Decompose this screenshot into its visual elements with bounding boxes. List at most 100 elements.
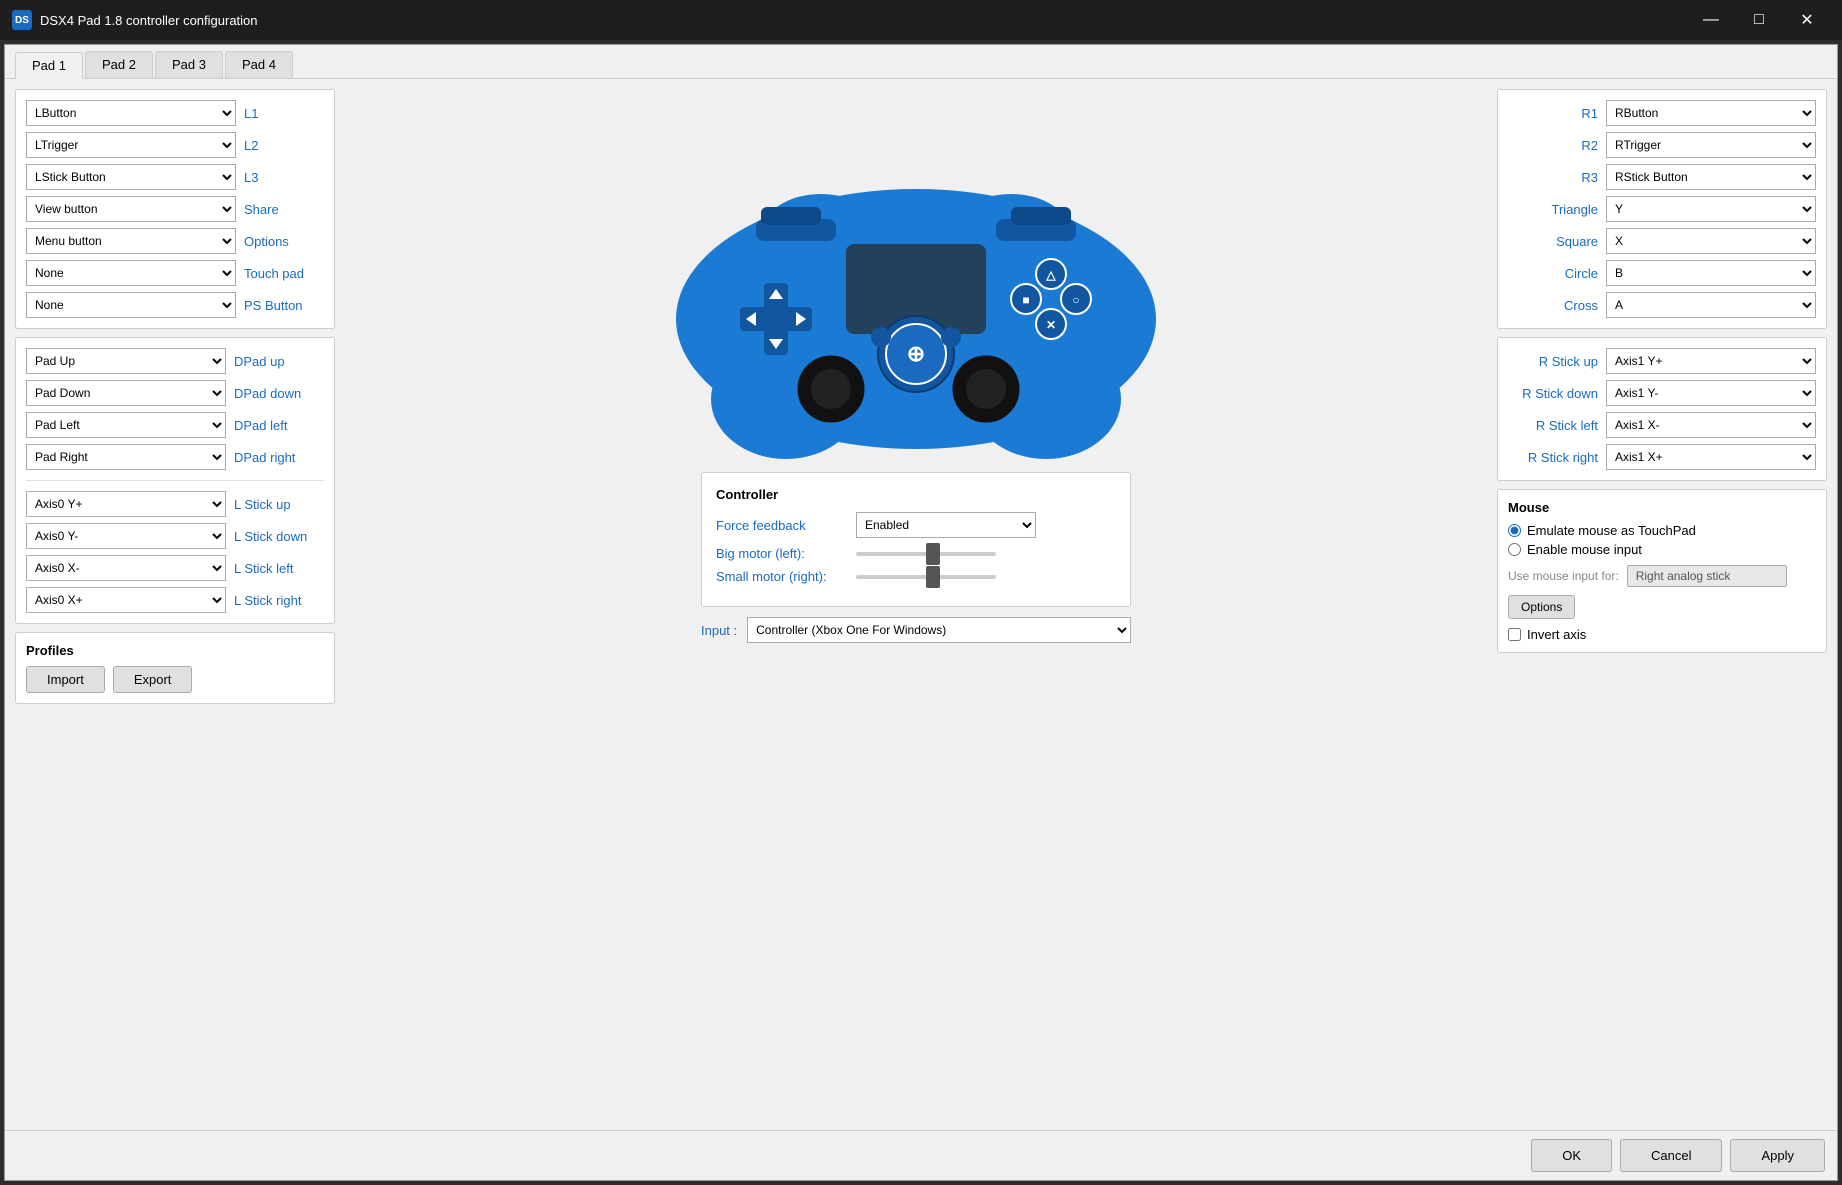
minimize-button[interactable]: — xyxy=(1688,0,1734,40)
l2-label: L2 xyxy=(244,138,324,153)
rstick-up-select[interactable]: Axis1 Y+ xyxy=(1606,348,1816,374)
touchpad-select[interactable]: None xyxy=(26,260,236,286)
mouse-input-value: Right analog stick xyxy=(1627,565,1787,587)
dpad-right-select[interactable]: Pad Right xyxy=(26,444,226,470)
force-feedback-select[interactable]: Enabled Disabled xyxy=(856,512,1036,538)
profiles-title: Profiles xyxy=(26,643,324,658)
lstick-right-label: L Stick right xyxy=(234,593,324,608)
tab-pad3[interactable]: Pad 3 xyxy=(155,51,223,78)
touchpad-label: Touch pad xyxy=(244,266,324,281)
l2-combo: LTrigger NoneLButton xyxy=(26,132,236,158)
big-motor-label: Big motor (left): xyxy=(716,546,846,561)
r3-label: R3 xyxy=(1508,170,1598,185)
square-row: Square X xyxy=(1508,228,1816,254)
svg-text:⊕: ⊕ xyxy=(907,341,925,366)
share-select[interactable]: View button None xyxy=(26,196,236,222)
cross-select[interactable]: A xyxy=(1606,292,1816,318)
r1-select[interactable]: RButton xyxy=(1606,100,1816,126)
lstick-down-select[interactable]: Axis0 Y- xyxy=(26,523,226,549)
dpad-down-select[interactable]: Pad Down xyxy=(26,380,226,406)
import-button[interactable]: Import xyxy=(26,666,105,693)
r3-select[interactable]: RStick Button xyxy=(1606,164,1816,190)
window-title: DSX4 Pad 1.8 controller configuration xyxy=(40,13,1688,28)
svg-text:■: ■ xyxy=(1022,293,1029,307)
tabs-bar: Pad 1 Pad 2 Pad 3 Pad 4 xyxy=(5,45,1837,79)
options-select[interactable]: Menu button None xyxy=(26,228,236,254)
mapping-row-lstick-up: Axis0 Y+ L Stick up xyxy=(26,491,324,517)
dpad-left-select[interactable]: Pad Left xyxy=(26,412,226,438)
mouse-options-button[interactable]: Options xyxy=(1508,595,1575,619)
psbutton-select[interactable]: None xyxy=(26,292,236,318)
cross-label: Cross xyxy=(1508,298,1598,313)
rstick-down-row: R Stick down Axis1 Y- xyxy=(1508,380,1816,406)
psbutton-label: PS Button xyxy=(244,298,324,313)
mouse-radio-2-row: Enable mouse input xyxy=(1508,542,1816,557)
lstick-right-select[interactable]: Axis0 X+ xyxy=(26,587,226,613)
input-select[interactable]: Controller (Xbox One For Windows) xyxy=(747,617,1131,643)
rstick-down-label: R Stick down xyxy=(1508,386,1598,401)
small-motor-label: Small motor (right): xyxy=(716,569,846,584)
maximize-button[interactable]: □ xyxy=(1736,0,1782,40)
main-window: Pad 1 Pad 2 Pad 3 Pad 4 LButton NoneLTri… xyxy=(4,44,1838,1181)
r1-row: R1 RButton xyxy=(1508,100,1816,126)
invert-axis-checkbox[interactable] xyxy=(1508,628,1521,641)
apply-button[interactable]: Apply xyxy=(1730,1139,1825,1172)
invert-axis-row: Invert axis xyxy=(1508,627,1816,642)
l3-combo: LStick Button None xyxy=(26,164,236,190)
mapping-row-l1: LButton NoneLTrigger L1 xyxy=(26,100,324,126)
rstick-left-row: R Stick left Axis1 X- xyxy=(1508,412,1816,438)
r2-label: R2 xyxy=(1508,138,1598,153)
lstick-left-select[interactable]: Axis0 X- xyxy=(26,555,226,581)
r2-select[interactable]: RTrigger xyxy=(1606,132,1816,158)
mouse-input-row: Use mouse input for: Right analog stick xyxy=(1508,565,1816,587)
center-panel: ■ △ ○ ✕ ⊕ xyxy=(347,89,1485,1120)
mapping-row-l3: LStick Button None L3 xyxy=(26,164,324,190)
ok-button[interactable]: OK xyxy=(1531,1139,1612,1172)
cancel-button[interactable]: Cancel xyxy=(1620,1139,1722,1172)
close-button[interactable]: ✕ xyxy=(1784,0,1830,40)
export-button[interactable]: Export xyxy=(113,666,193,693)
triangle-select[interactable]: Y xyxy=(1606,196,1816,222)
rstick-mappings-section: R Stick up Axis1 Y+ R Stick down Axis1 Y… xyxy=(1497,337,1827,481)
emulate-touchpad-label: Emulate mouse as TouchPad xyxy=(1527,523,1696,538)
lstick-left-label: L Stick left xyxy=(234,561,324,576)
rstick-down-select[interactable]: Axis1 Y- xyxy=(1606,380,1816,406)
mapping-row-share: View button None Share xyxy=(26,196,324,222)
svg-text:○: ○ xyxy=(1072,293,1079,307)
tab-pad1[interactable]: Pad 1 xyxy=(15,52,83,79)
big-motor-slider[interactable] xyxy=(856,552,996,556)
mapping-row-lstick-right: Axis0 X+ L Stick right xyxy=(26,587,324,613)
options-label: Options xyxy=(244,234,324,249)
lstick-up-select[interactable]: Axis0 Y+ xyxy=(26,491,226,517)
rstick-up-row: R Stick up Axis1 Y+ xyxy=(1508,348,1816,374)
l1-select[interactable]: LButton NoneLTrigger xyxy=(26,100,236,126)
rstick-right-select[interactable]: Axis1 X+ xyxy=(1606,444,1816,470)
r3-row: R3 RStick Button xyxy=(1508,164,1816,190)
square-select[interactable]: X xyxy=(1606,228,1816,254)
tab-pad2[interactable]: Pad 2 xyxy=(85,51,153,78)
circle-select[interactable]: B xyxy=(1606,260,1816,286)
tab-pad4[interactable]: Pad 4 xyxy=(225,51,293,78)
l2-select[interactable]: LTrigger NoneLButton xyxy=(26,132,236,158)
right-mappings-section: R1 RButton R2 RTrigger R3 RStick Button … xyxy=(1497,89,1827,329)
title-bar: DS DSX4 Pad 1.8 controller configuration… xyxy=(0,0,1842,40)
rstick-left-select[interactable]: Axis1 X- xyxy=(1606,412,1816,438)
dpad-up-select[interactable]: Pad Up xyxy=(26,348,226,374)
square-label: Square xyxy=(1508,234,1598,249)
l1-label: L1 xyxy=(244,106,324,121)
profiles-buttons: Import Export xyxy=(26,666,324,693)
use-mouse-label: Use mouse input for: xyxy=(1508,569,1619,583)
cross-row: Cross A xyxy=(1508,292,1816,318)
right-panel: R1 RButton R2 RTrigger R3 RStick Button … xyxy=(1497,89,1827,1120)
small-motor-row: Small motor (right): xyxy=(716,569,1116,584)
touchpad-combo: None xyxy=(26,260,236,286)
mapping-row-psbutton: None PS Button xyxy=(26,292,324,318)
small-motor-slider[interactable] xyxy=(856,575,996,579)
controller-config-box: Controller Force feedback Enabled Disabl… xyxy=(701,472,1131,607)
enable-mouse-label: Enable mouse input xyxy=(1527,542,1642,557)
dpad-up-label: DPad up xyxy=(234,354,324,369)
l3-select[interactable]: LStick Button None xyxy=(26,164,236,190)
controller-box-title: Controller xyxy=(716,487,1116,502)
enable-mouse-radio[interactable] xyxy=(1508,543,1521,556)
emulate-touchpad-radio[interactable] xyxy=(1508,524,1521,537)
